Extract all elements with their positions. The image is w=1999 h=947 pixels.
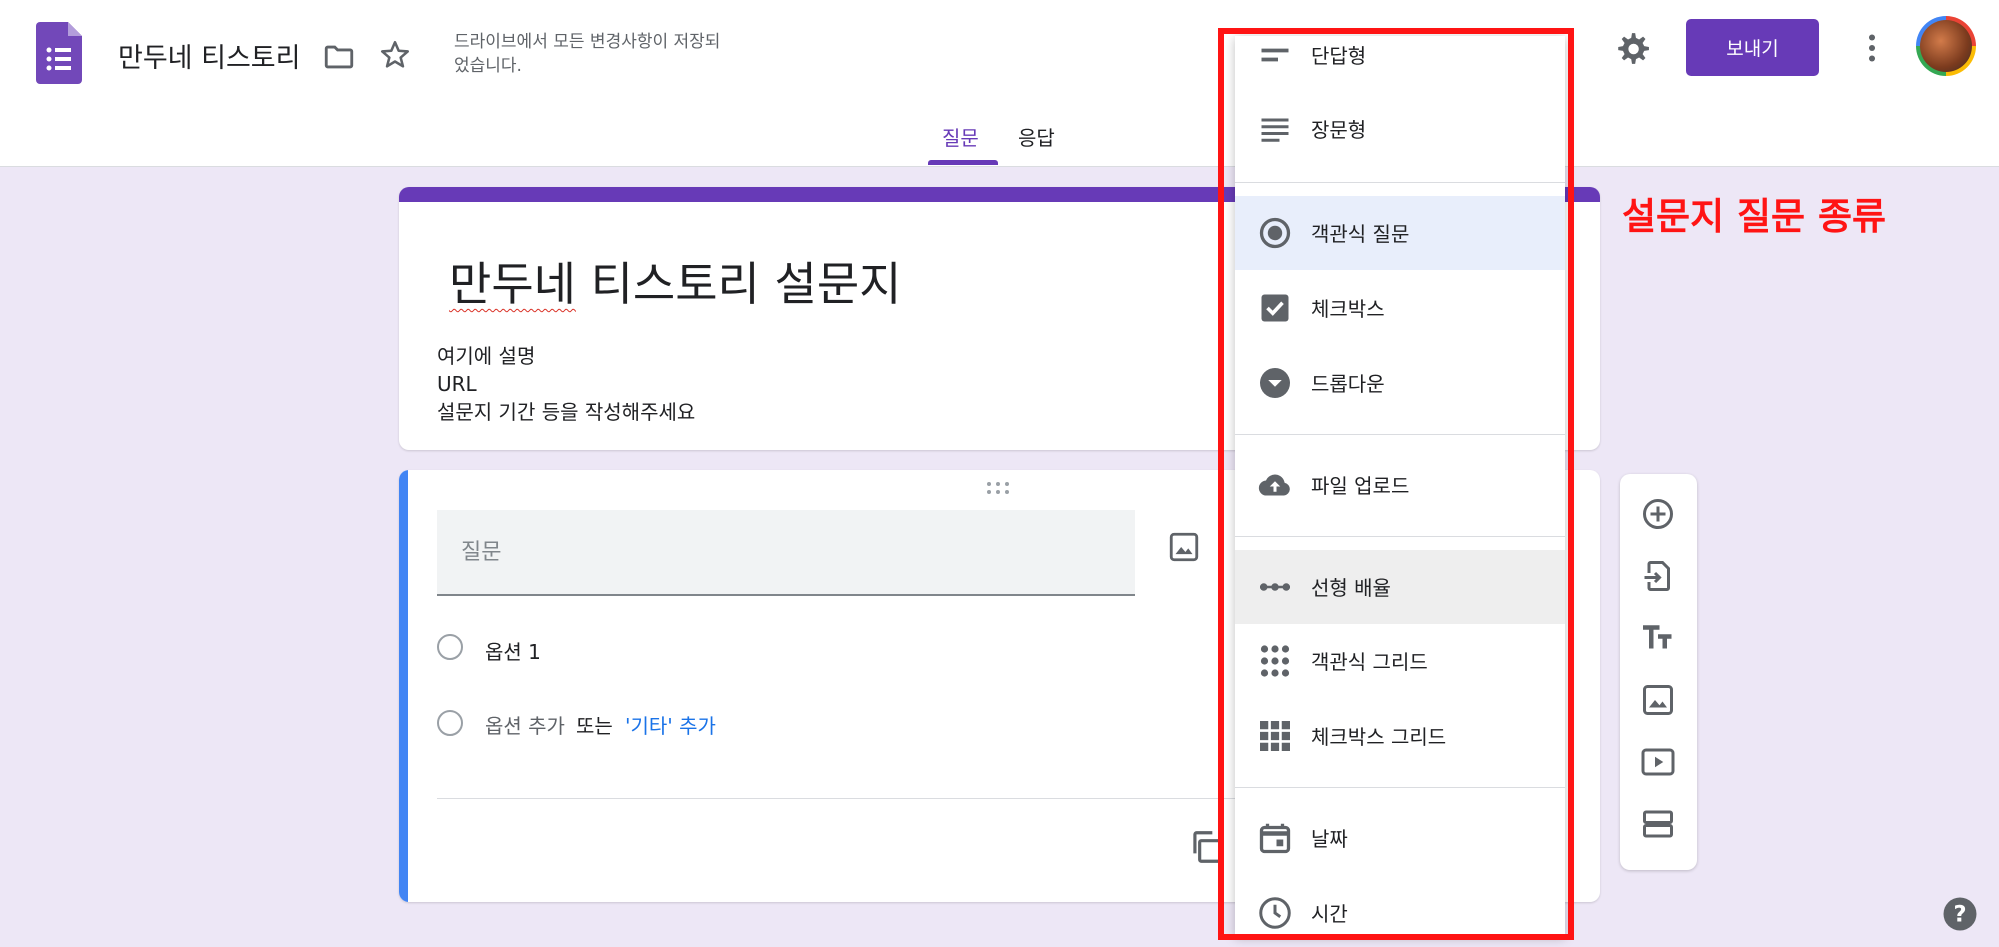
- menu-item-label: 체크박스 그리드: [1311, 725, 1447, 749]
- menu-item-checkbox-grid[interactable]: 체크박스 그리드: [1235, 699, 1565, 773]
- radio-button-icon: [1259, 217, 1291, 249]
- menu-item-label: 날짜: [1311, 827, 1348, 851]
- menu-item-multiple-choice[interactable]: 객관식 질문: [1235, 196, 1565, 270]
- menu-item-label: 장문형: [1311, 118, 1367, 142]
- description-line: URL: [437, 372, 477, 396]
- menu-divider: [1235, 536, 1565, 537]
- option-1-label[interactable]: 옵션 1: [485, 636, 541, 665]
- menu-item-label: 객관식 질문: [1311, 222, 1410, 246]
- gear-icon[interactable]: [1613, 30, 1651, 68]
- or-text: 또는: [576, 714, 613, 738]
- help-icon[interactable]: ?: [1942, 896, 1978, 932]
- form-title-rest: 티스토리 설문지: [575, 257, 902, 311]
- menu-item-label: 파일 업로드: [1311, 474, 1410, 498]
- avatar[interactable]: [1916, 16, 1976, 76]
- menu-item-time[interactable]: 시간: [1235, 876, 1565, 936]
- menu-divider: [1235, 787, 1565, 788]
- menu-item-label: 체크박스: [1311, 297, 1385, 321]
- checkbox-icon: [1261, 294, 1289, 322]
- save-status-text: 드라이브에서 모든 변경사항이 저장되었습니다.: [454, 32, 721, 76]
- add-title-description-icon[interactable]: [1640, 620, 1676, 656]
- option-radio: [437, 634, 463, 660]
- add-option-link[interactable]: 옵션 추가: [485, 710, 565, 739]
- dot-grid-icon: [1260, 645, 1290, 677]
- menu-item-date[interactable]: 날짜: [1235, 801, 1565, 875]
- document-title[interactable]: 만두네 티스토리: [118, 36, 300, 75]
- description-line: 여기에 설명: [437, 344, 536, 368]
- active-card-indicator: [399, 470, 408, 902]
- question-title-input[interactable]: [437, 510, 1135, 596]
- dropdown-icon: [1260, 368, 1290, 398]
- send-button[interactable]: 보내기: [1686, 19, 1819, 76]
- add-other-link[interactable]: '기타' 추가: [625, 710, 716, 739]
- google-forms-logo-icon[interactable]: [36, 22, 82, 84]
- menu-item-multiple-choice-grid[interactable]: 객관식 그리드: [1235, 624, 1565, 698]
- add-option-radio: [437, 710, 463, 736]
- floating-toolbar: [1620, 474, 1697, 870]
- menu-item-label: 단답형: [1311, 44, 1367, 68]
- menu-item-label: 시간: [1311, 902, 1348, 926]
- form-title-misspelled-word: 만두네: [449, 257, 576, 311]
- menu-item-checkboxes[interactable]: 체크박스: [1235, 271, 1565, 345]
- clock-icon: [1259, 897, 1291, 929]
- menu-item-dropdown[interactable]: 드롭다운: [1235, 346, 1565, 420]
- duplicate-icon[interactable]: [1187, 828, 1225, 866]
- add-image-icon[interactable]: [1640, 682, 1676, 718]
- menu-divider: [1235, 182, 1565, 183]
- tab-questions[interactable]: 질문: [942, 122, 979, 151]
- menu-item-paragraph[interactable]: 장문형: [1235, 92, 1565, 166]
- description-line: 설문지 기간 등을 작성해주세요: [437, 400, 696, 424]
- square-grid-icon: [1260, 721, 1290, 751]
- svg-text:?: ?: [1953, 902, 1966, 928]
- cloud-upload-icon: [1258, 474, 1290, 496]
- paragraph-icon: [1261, 118, 1289, 142]
- linear-scale-icon: [1260, 583, 1290, 591]
- avatar-image: [1920, 20, 1972, 72]
- active-tab-indicator: [928, 160, 998, 165]
- folder-icon[interactable]: [322, 40, 356, 74]
- menu-item-file-upload[interactable]: 파일 업로드: [1235, 448, 1565, 522]
- menu-divider: [1235, 434, 1565, 435]
- form-title[interactable]: 만두네 티스토리 설문지: [449, 248, 901, 314]
- question-type-menu: 단답형 장문형 객관식 질문 체크박스 드롭다운 파일 업로드 선형 배율 객관…: [1235, 36, 1565, 936]
- app-header: 만두네 티스토리 드라이브에서 모든 변경사항이 저장되었습니다. 보내기 질문…: [0, 0, 1999, 167]
- menu-item-label: 선형 배율: [1311, 576, 1391, 600]
- menu-item-label: 드롭다운: [1311, 372, 1385, 396]
- short-answer-icon: [1261, 48, 1289, 62]
- menu-item-linear-scale[interactable]: 선형 배율: [1235, 550, 1565, 624]
- import-questions-icon[interactable]: [1640, 558, 1676, 594]
- add-image-icon[interactable]: [1167, 530, 1201, 564]
- menu-item-short-answer[interactable]: 단답형: [1235, 36, 1565, 92]
- add-video-icon[interactable]: [1640, 744, 1676, 780]
- annotation-label: 설문지 질문 종류: [1622, 195, 1887, 238]
- add-section-icon[interactable]: [1640, 806, 1676, 842]
- calendar-icon: [1259, 823, 1291, 854]
- form-description[interactable]: 여기에 설명 URL 설문지 기간 등을 작성해주세요: [437, 342, 695, 426]
- tab-responses[interactable]: 응답: [1018, 122, 1055, 151]
- menu-item-label: 객관식 그리드: [1311, 650, 1428, 674]
- add-question-icon[interactable]: [1640, 496, 1676, 532]
- more-vert-icon[interactable]: [1858, 30, 1886, 66]
- drag-handle-icon[interactable]: [985, 480, 1011, 496]
- star-icon[interactable]: [378, 38, 412, 72]
